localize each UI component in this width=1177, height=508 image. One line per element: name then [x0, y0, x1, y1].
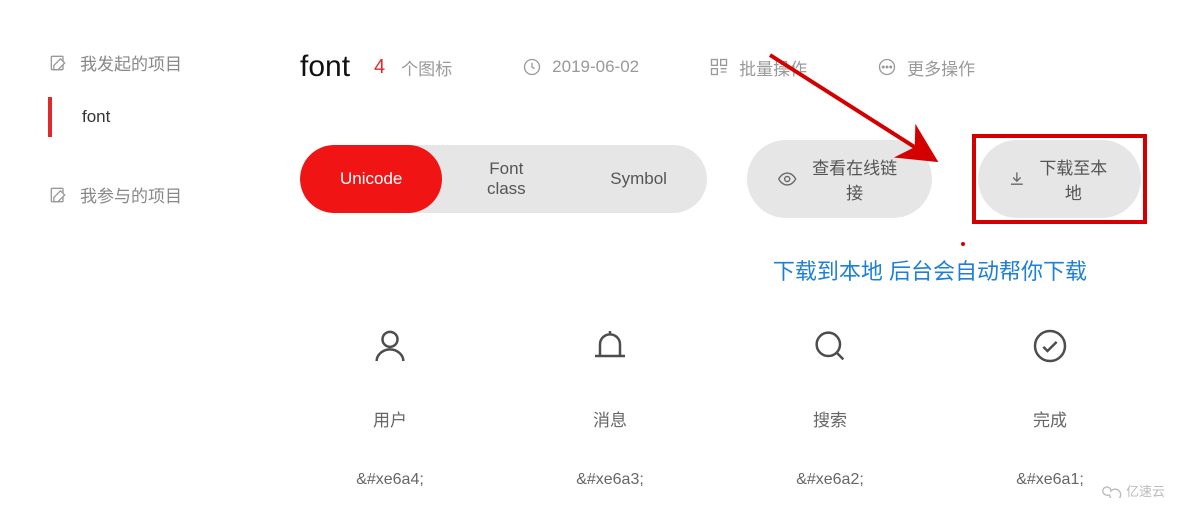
sidebar-item-label: font	[82, 107, 110, 126]
search-icon	[810, 326, 850, 366]
more-label: 更多操作	[907, 55, 975, 80]
icon-label: 用户	[373, 406, 407, 431]
icon-count: 4	[374, 56, 385, 79]
download-label: 下载至本地	[1036, 154, 1111, 204]
more-operations[interactable]: 更多操作	[877, 55, 975, 80]
download-highlight-box: 下载至本地	[972, 134, 1147, 224]
format-tabs: Unicode Font class Symbol	[300, 145, 707, 213]
tab-fontclass[interactable]: Font class	[442, 145, 570, 213]
icon-code: &#xe6a4;	[356, 471, 424, 489]
edit-icon	[48, 185, 68, 205]
bell-icon	[590, 326, 630, 366]
sidebar-group-my-projects[interactable]: 我发起的项目	[48, 50, 230, 75]
project-header: font 4 个图标 2019-06-02 批量操作 更多操作	[300, 50, 1147, 84]
icon-count-label: 个图标	[401, 55, 452, 80]
sidebar-item-font[interactable]: font	[48, 97, 230, 137]
check-circle-icon	[1030, 326, 1070, 366]
icon-item-message[interactable]: 消息 &#xe6a3;	[560, 326, 660, 489]
icon-label: 搜索	[813, 406, 847, 431]
icon-item-search[interactable]: 搜索 &#xe6a2;	[780, 326, 880, 489]
batch-operations[interactable]: 批量操作	[709, 55, 807, 80]
project-title: font	[300, 50, 350, 84]
more-icon	[877, 57, 897, 77]
icon-label: 完成	[1033, 406, 1067, 431]
actions-row: Unicode Font class Symbol 查看在线链接 下载至本地	[300, 134, 1147, 224]
icon-code: &#xe6a3;	[576, 471, 644, 489]
download-icon	[1008, 169, 1026, 189]
date-text: 2019-06-02	[552, 57, 639, 77]
watermark-text: 亿速云	[1126, 481, 1165, 500]
download-local-button[interactable]: 下载至本地	[978, 140, 1141, 218]
eye-icon	[777, 168, 797, 190]
main-content: font 4 个图标 2019-06-02 批量操作 更多操作 Unicode …	[250, 50, 1177, 489]
sidebar-group-label: 我参与的项目	[80, 182, 182, 207]
clock-icon	[522, 57, 542, 77]
sidebar: 我发起的项目 font 我参与的项目	[0, 50, 250, 489]
user-icon	[370, 326, 410, 366]
watermark-logo-icon	[1100, 484, 1122, 498]
annotation-text: 下载到本地 后台会自动帮你下载	[300, 254, 1147, 286]
tab-symbol[interactable]: Symbol	[570, 145, 707, 213]
view-online-link-button[interactable]: 查看在线链接	[747, 140, 932, 218]
batch-label: 批量操作	[739, 55, 807, 80]
watermark: 亿速云	[1100, 481, 1165, 500]
tab-unicode[interactable]: Unicode	[300, 145, 442, 213]
sidebar-group-label: 我发起的项目	[80, 50, 182, 75]
icon-code: &#xe6a1;	[1016, 471, 1084, 489]
sidebar-group-joined-projects[interactable]: 我参与的项目	[48, 182, 230, 207]
icon-item-user[interactable]: 用户 &#xe6a4;	[340, 326, 440, 489]
view-link-label: 查看在线链接	[807, 154, 902, 204]
icon-item-done[interactable]: 完成 &#xe6a1;	[1000, 326, 1100, 489]
icon-grid: 用户 &#xe6a4; 消息 &#xe6a3; 搜索 &#xe6a2; 完成 &…	[300, 326, 1147, 489]
edit-icon	[48, 53, 68, 73]
batch-icon	[709, 57, 729, 77]
icon-label: 消息	[593, 406, 627, 431]
icon-code: &#xe6a2;	[796, 471, 864, 489]
project-date: 2019-06-02	[522, 57, 639, 77]
